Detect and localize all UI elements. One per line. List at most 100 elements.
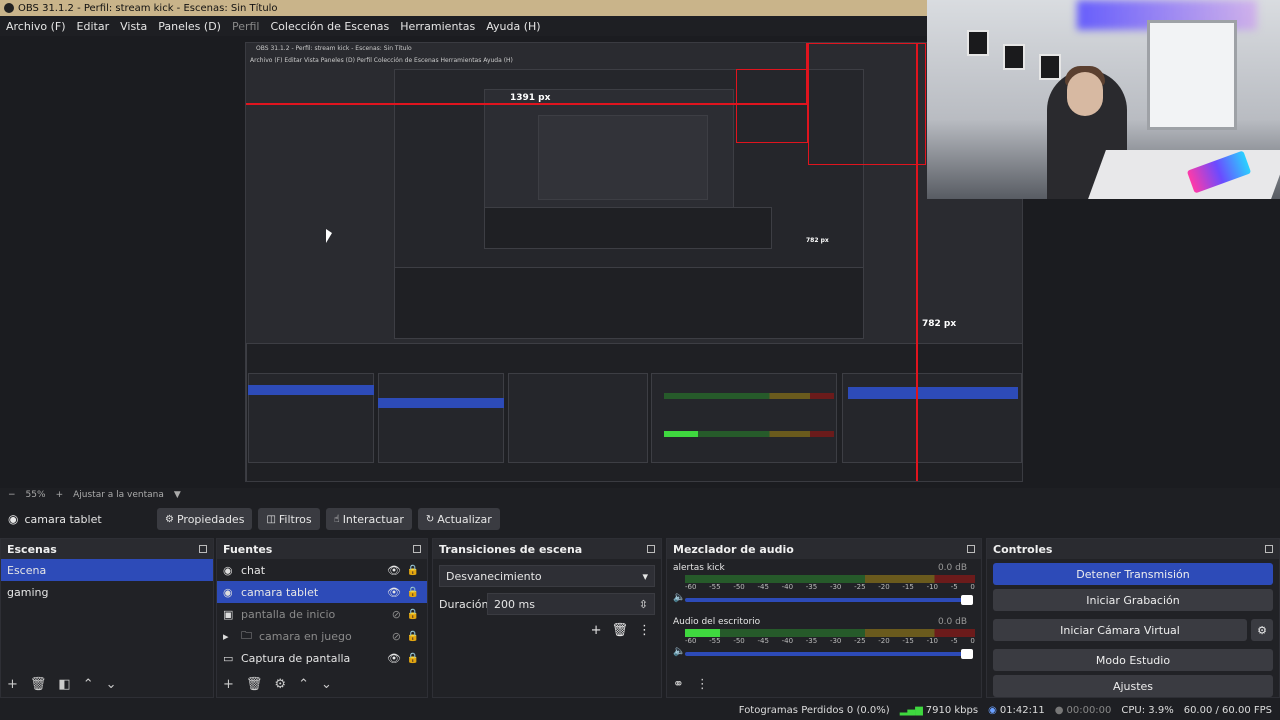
channel-db: 0.0 dB (937, 617, 967, 627)
virtual-camera-settings-gear-icon[interactable]: ⚙ (1251, 619, 1273, 641)
source-item-chat[interactable]: ◉ chat 👁 🔒 (217, 559, 427, 581)
menu-archivo[interactable]: Archivo (F) (6, 20, 66, 33)
eye-icon[interactable]: 👁 (387, 586, 401, 599)
obs-logo-icon (4, 3, 14, 13)
settings-button[interactable]: Ajustes (993, 675, 1273, 697)
arrow-down-icon[interactable]: ⌄ (321, 677, 332, 692)
meter-scale: -60 -55 -50 -45 -40 -35 -30 -25 -20 -15 -10 -5 0 (685, 637, 975, 645)
trash-icon[interactable]: 🗑 (246, 677, 263, 692)
speaker-icon[interactable]: 🔈 (673, 592, 685, 603)
lock-icon[interactable]: 🔒 (407, 631, 419, 642)
scene-item-escena[interactable]: Escena (1, 559, 213, 581)
stop-stream-button[interactable]: Detener Transmisión (993, 563, 1273, 585)
zoom-dropdown-icon[interactable]: ▼ (174, 490, 181, 500)
record-time: 00:00:00 (1066, 704, 1112, 716)
zoom-fit-label[interactable]: Ajustar a la ventana (73, 490, 164, 500)
add-icon[interactable]: + (7, 677, 18, 692)
spin-arrows-icon[interactable]: ⇳ (639, 598, 648, 611)
wall-frame-3 (1039, 54, 1061, 80)
channel-name: alertas kick (673, 563, 725, 573)
scene-item-gaming[interactable]: gaming (1, 581, 213, 603)
arrow-up-icon[interactable]: ⌃ (83, 677, 94, 692)
expand-chevron-icon[interactable]: ▸ (223, 630, 235, 643)
link-icon[interactable]: ⚭ (673, 677, 684, 692)
start-virtual-camera-button[interactable]: Iniciar Cámara Virtual (993, 619, 1247, 641)
refresh-button[interactable]: ↻ Actualizar (417, 508, 500, 530)
trash-icon[interactable]: 🗑 (611, 623, 628, 638)
chevron-down-icon: ▾ (642, 569, 648, 583)
gear-icon[interactable]: ⚙ (274, 677, 286, 692)
arrow-up-icon[interactable]: ⌃ (298, 677, 309, 692)
source-label: camara en juego (259, 629, 352, 643)
volume-slider[interactable] (685, 649, 973, 659)
trash-icon[interactable]: 🗑 (30, 677, 47, 692)
interact-button[interactable]: ☝ Interactuar (325, 508, 412, 530)
duration-spinbox[interactable]: 200 ms ⇳ (487, 593, 655, 615)
duration-value: 200 ms (494, 597, 535, 611)
nested-meter-2 (664, 431, 834, 437)
lock-icon[interactable]: 🔒 (407, 565, 419, 576)
window-title: OBS 31.1.2 - Perfil: stream kick - Escen… (18, 2, 278, 14)
volume-slider-handle[interactable] (961, 595, 973, 605)
source-item-camara-tablet[interactable]: ◉ camara tablet 👁 🔒 (217, 581, 427, 603)
measure-height-label: 782 px (922, 319, 957, 329)
dropped-frames: Fotogramas Perdidos 0 (0.0%) (738, 704, 890, 716)
dock-float-icon[interactable] (1265, 545, 1273, 553)
source-item-pantalla-de-inicio[interactable]: ▣ pantalla de inicio ⊘ 🔒 (217, 603, 427, 625)
menu-dots-icon[interactable]: ⋮ (638, 623, 651, 638)
cpu-usage: CPU: 3.9% (1121, 704, 1174, 716)
zoom-in-button[interactable]: + (56, 490, 64, 500)
volume-slider-handle[interactable] (961, 649, 973, 659)
lock-icon[interactable]: 🔒 (407, 609, 419, 620)
add-icon[interactable]: + (223, 677, 234, 692)
nested-source-selected (378, 398, 504, 408)
eye-hidden-icon[interactable]: ⊘ (392, 608, 401, 621)
nested-docks-1 (394, 267, 864, 339)
lock-icon[interactable]: 🔒 (407, 653, 419, 664)
menu-herramientas[interactable]: Herramientas (400, 20, 475, 33)
properties-button[interactable]: ⚙ Propiedades (157, 508, 253, 530)
volume-slider[interactable] (685, 595, 973, 605)
dock-float-icon[interactable] (967, 545, 975, 553)
webcam-overlay (927, 0, 1280, 199)
controls-title: Controles (993, 542, 1053, 556)
menu-perfil[interactable]: Perfil (232, 20, 260, 33)
menu-dots-icon[interactable]: ⋮ (696, 677, 709, 692)
speaker-icon[interactable]: 🔈 (673, 646, 685, 657)
source-item-captura-de-pantalla[interactable]: ▭ Captura de pantalla 👁 🔒 (217, 647, 427, 669)
filters-button[interactable]: ◫ Filtros (258, 508, 320, 530)
arrow-down-icon[interactable]: ⌄ (106, 677, 117, 692)
menu-coleccion-escenas[interactable]: Colección de Escenas (271, 20, 390, 33)
transition-type-select[interactable]: Desvanecimiento ▾ (439, 565, 655, 587)
dock-float-icon[interactable] (647, 545, 655, 553)
lock-icon[interactable]: 🔒 (407, 587, 419, 598)
nested-mixer (651, 373, 837, 463)
source-label: pantalla de inicio (241, 607, 336, 621)
mixer-footer: ⚭ ⋮ (667, 671, 981, 697)
dock-float-icon[interactable] (413, 545, 421, 553)
controls-dock: Controles Detener Transmisión Iniciar Gr… (986, 538, 1280, 698)
transition-actions: + 🗑 ⋮ (433, 615, 661, 646)
preview-canvas[interactable]: OBS 31.1.2 - Perfil: stream kick - Escen… (245, 42, 1023, 482)
nested-stop-button (848, 387, 1018, 399)
studio-mode-button[interactable]: Modo Estudio (993, 649, 1273, 671)
zoom-out-button[interactable]: − (8, 490, 16, 500)
mixer-header: Mezclador de audio (667, 539, 981, 559)
eye-icon[interactable]: 👁 (387, 564, 401, 577)
eye-icon[interactable]: 👁 (387, 652, 401, 665)
filter-icon[interactable]: ◧ (58, 677, 70, 692)
interact-label: Interactuar (342, 512, 404, 526)
menu-editar[interactable]: Editar (77, 20, 110, 33)
measure-box-2 (808, 43, 926, 165)
image-source-icon: ▣ (223, 607, 234, 621)
menu-paneles[interactable]: Paneles (D) (158, 20, 221, 33)
menu-ayuda[interactable]: Ayuda (H) (486, 20, 540, 33)
dock-float-icon[interactable] (199, 545, 207, 553)
eye-hidden-icon[interactable]: ⊘ (392, 630, 401, 643)
menu-vista[interactable]: Vista (120, 20, 147, 33)
measure-height-label-small: 782 px (806, 237, 829, 244)
source-item-camara-en-juego[interactable]: ▸ 🗀 camara en juego ⊘ 🔒 (217, 625, 427, 647)
start-recording-button[interactable]: Iniciar Grabación (993, 589, 1273, 611)
add-icon[interactable]: + (591, 623, 602, 638)
webcam-window (1147, 20, 1237, 130)
